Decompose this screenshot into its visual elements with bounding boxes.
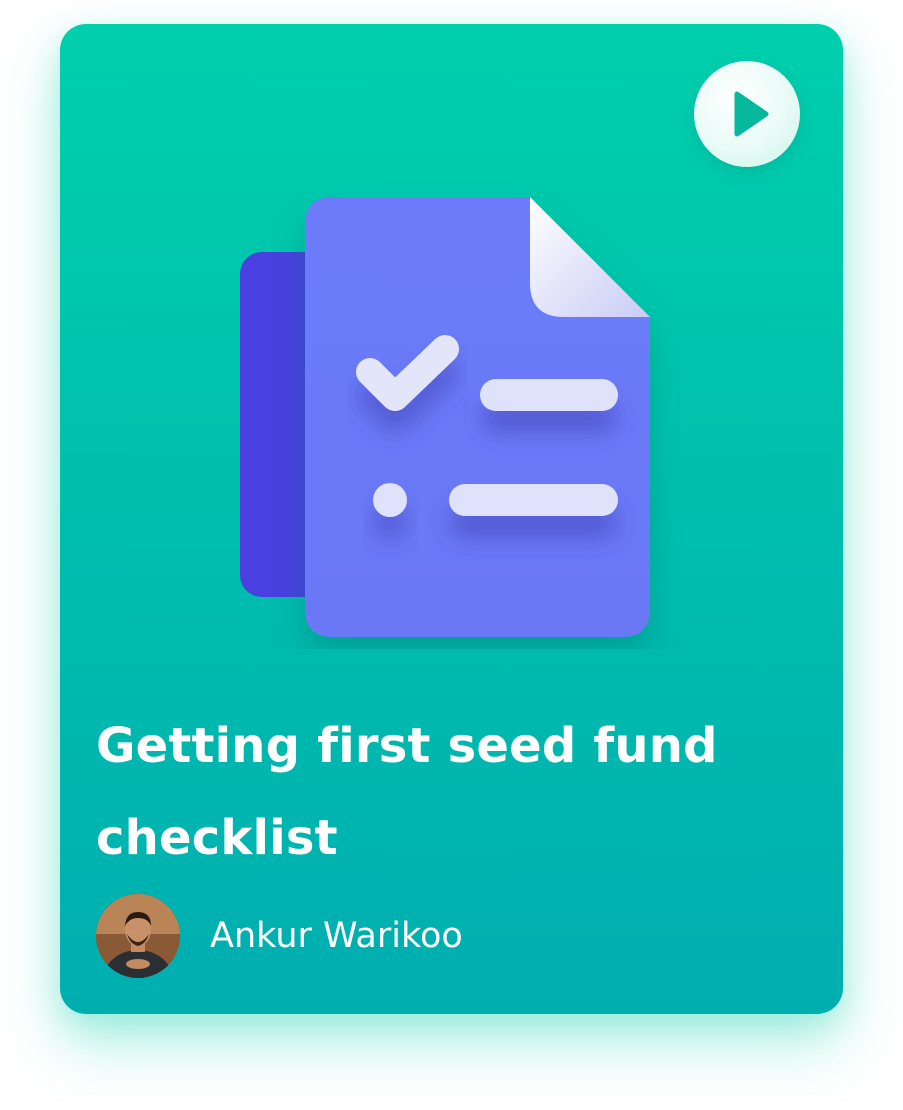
author-name[interactable]: Ankur Warikoo — [210, 916, 463, 956]
checklist-document-icon — [240, 197, 650, 637]
play-button[interactable] — [694, 61, 800, 167]
author-avatar[interactable] — [96, 894, 180, 978]
author-row: Ankur Warikoo — [96, 894, 463, 978]
document-front-sheet — [305, 197, 650, 637]
play-icon — [734, 91, 769, 137]
document-folded-corner — [530, 197, 650, 317]
bullet-dot-icon — [373, 483, 407, 517]
checklist-line-1 — [480, 379, 618, 411]
person-avatar-icon — [96, 894, 180, 978]
course-card[interactable]: Getting first seed fund checklist Ankur … — [60, 24, 843, 1014]
card-title: Getting first seed fund checklist — [96, 718, 718, 866]
checklist-line-2 — [449, 484, 618, 516]
